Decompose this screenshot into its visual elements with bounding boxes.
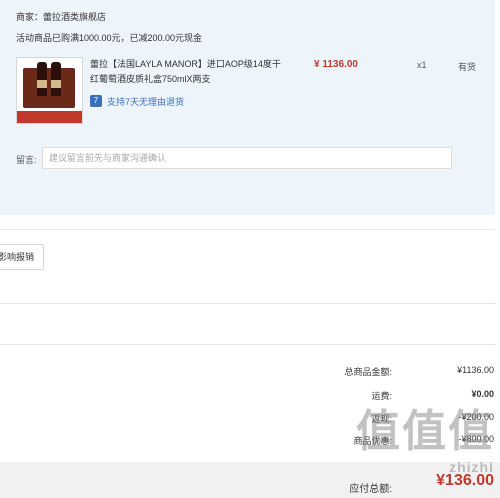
wine-bottle-graphic: [51, 62, 61, 96]
gift-box-graphic: [23, 68, 75, 108]
message-label: 留言:: [16, 155, 37, 165]
bottle-label-graphic: [37, 80, 47, 88]
return-policy-text[interactable]: 支持7天无理由退货: [107, 95, 184, 108]
divider: [0, 344, 495, 345]
product-quantity: x1: [417, 60, 427, 70]
summary-label-shipping: 运费:: [371, 391, 392, 401]
bottle-label-graphic: [51, 80, 61, 88]
product-thumbnail[interactable]: [16, 57, 83, 124]
summary-label-subtotal: 总商品金额:: [344, 367, 392, 377]
divider: [0, 229, 495, 230]
order-panel: 商家：蕾拉酒类旗舰店 活动商品已购满1000.00元，已减200.00元现金 蕾…: [0, 0, 495, 215]
product-price: ¥ 1136.00: [314, 59, 358, 70]
total-bar: [0, 462, 500, 498]
summary-value-subtotal: ¥1136.00: [457, 365, 494, 375]
divider: [0, 303, 495, 304]
summary-value-cashback: -¥200.00: [458, 412, 494, 422]
stock-status: 有货: [458, 62, 477, 72]
summary-label-cashback: 返现:: [371, 414, 392, 424]
total-amount: ¥136.00: [436, 472, 494, 489]
summary-value-shipping: ¥0.00: [471, 389, 494, 399]
product-title[interactable]: 蕾拉【法国LAYLA MANOR】进口AOP级14度干红葡萄酒皮质礼盒750ml…: [90, 57, 285, 87]
merchant-name[interactable]: 商家：蕾拉酒类旗舰店: [16, 10, 106, 23]
return-policy-icon: 7: [90, 95, 102, 107]
banner-strip-graphic: [17, 111, 82, 123]
message-input[interactable]: [42, 147, 452, 169]
summary-label-discount: 商品优惠:: [353, 436, 392, 446]
invoice-button[interactable]: 影响报销: [0, 244, 44, 270]
wine-bottle-graphic: [37, 62, 47, 96]
total-label: 应付总额:: [349, 484, 392, 495]
promo-notice: 活动商品已购满1000.00元，已减200.00元现金: [16, 33, 203, 43]
summary-value-discount: -¥800.00: [458, 434, 494, 444]
